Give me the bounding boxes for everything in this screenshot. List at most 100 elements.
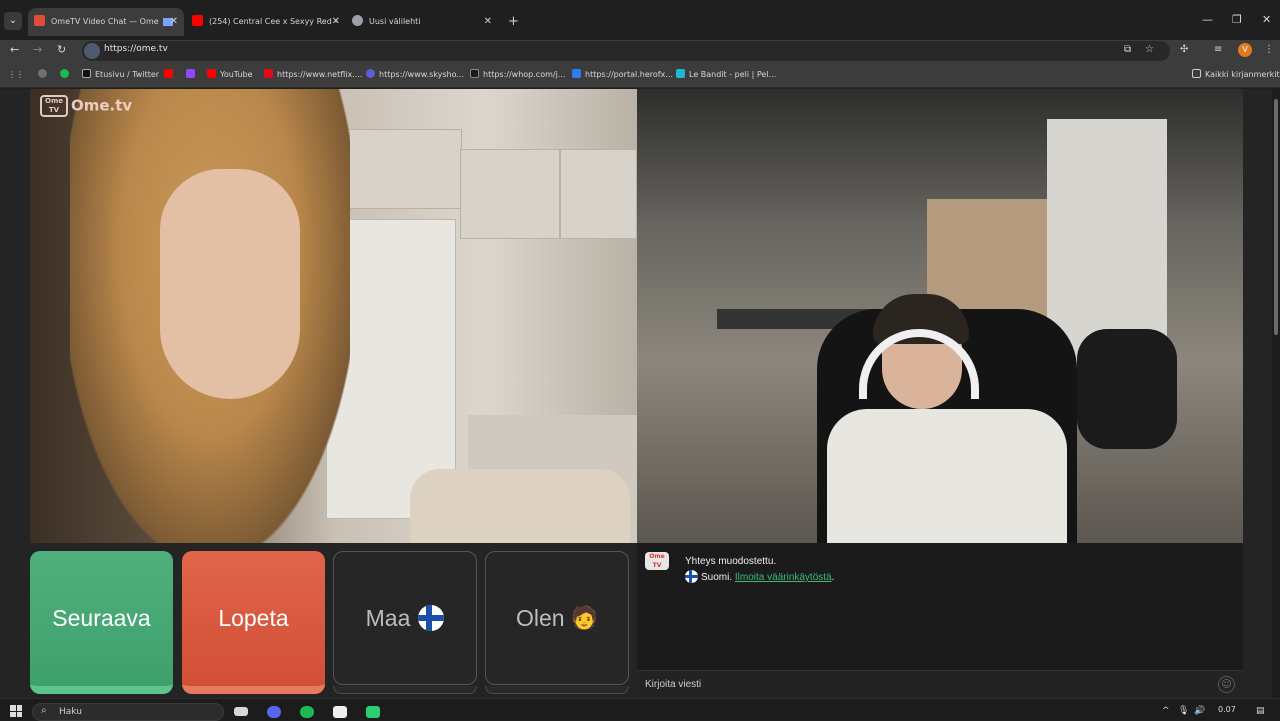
finland-flag-icon — [685, 570, 698, 583]
install-app-icon[interactable]: ⧉ — [1124, 44, 1131, 55]
close-tab-icon[interactable]: ✕ — [484, 12, 492, 32]
emoji-icon[interactable]: ☺ — [1218, 676, 1235, 693]
tab-search-button[interactable]: ⌄ — [4, 12, 22, 30]
video-scene-chair — [410, 469, 630, 543]
folder-icon — [1192, 69, 1201, 78]
country-label: Maa — [365, 605, 411, 631]
bookmark-item[interactable]: https://www.netflix.... — [264, 69, 362, 79]
volume-icon[interactable]: 🔊 — [1194, 706, 1205, 716]
bookmark-item[interactable] — [186, 69, 199, 79]
stop-button[interactable]: Lopeta — [182, 551, 325, 694]
browser-toolbar: ← → ↻ https://ome.tv ⧉ ☆ ✣ ≡ V ⋮ — [0, 40, 1280, 62]
x-icon — [82, 69, 91, 78]
next-button[interactable]: Seuraava — [30, 551, 173, 694]
url-text: https://ome.tv — [104, 44, 168, 54]
ometv-chat-logo: Ome TV — [645, 552, 669, 570]
spotify-icon[interactable] — [300, 706, 314, 718]
partner-video: Ome TV Ome.tv — [30, 89, 637, 543]
boy-emoji-icon: 🧑 — [570, 604, 598, 630]
extensions-icon[interactable]: ✣ — [1180, 44, 1188, 55]
bookmark-item[interactable]: Etusivu / Twitter — [82, 69, 159, 79]
le-bandit-icon — [676, 69, 685, 78]
scrollbar-thumb[interactable] — [1274, 99, 1278, 335]
media-control-icon[interactable]: ≡ — [1214, 44, 1222, 55]
forward-icon[interactable]: → — [33, 43, 42, 56]
app-icon[interactable] — [366, 706, 380, 718]
bookmark-item[interactable]: Le Bandit - peli | Pel... — [676, 69, 776, 79]
bookmarks-bar: ⋮⋮ Etusivu / Twitter YouTube https://www… — [0, 62, 1280, 88]
report-abuse-link[interactable]: Ilmoita väärinkäytöstä — [735, 572, 832, 583]
tray-chevron-icon[interactable]: ^ — [1162, 706, 1170, 716]
youtube-favicon-icon — [192, 15, 203, 26]
bookmark-item[interactable] — [38, 69, 51, 79]
country-button-shadow — [333, 686, 477, 694]
gender-button[interactable]: Olen 🧑 — [485, 551, 629, 685]
bookmark-item[interactable] — [60, 69, 73, 79]
twitch-icon — [186, 69, 195, 78]
video-scene-shirt — [827, 409, 1067, 543]
tab-new-tab[interactable]: Uusi välilehti ✕ — [346, 12, 498, 32]
address-bar[interactable]: https://ome.tv — [82, 41, 1170, 61]
self-video — [637, 89, 1243, 543]
menu-icon[interactable]: ⋮ — [1264, 44, 1274, 55]
tab-title: OmeTV Video Chat — Ome — [51, 17, 159, 26]
tab-youtube[interactable]: (254) Central Cee x Sexyy Red - ✕ — [186, 12, 346, 32]
windows-taskbar: ⌕ Haku ^ 🎙 🔊 0.07 ▤ — [0, 698, 1280, 721]
close-window-button[interactable]: ✕ — [1262, 13, 1271, 26]
bookmark-star-icon[interactable]: ☆ — [1145, 44, 1154, 55]
minimize-button[interactable]: — — [1202, 13, 1213, 26]
search-icon: ⌕ — [41, 705, 47, 716]
microphone-icon[interactable]: 🎙 — [1178, 706, 1189, 716]
file-app-icon[interactable] — [333, 706, 347, 718]
site-info-icon[interactable] — [84, 43, 100, 59]
bookmark-item[interactable]: https://whop.com/j... — [470, 69, 565, 79]
page-scrollbar[interactable] — [1272, 89, 1280, 698]
chrome-icon — [38, 69, 47, 78]
ometv-favicon-icon — [34, 15, 45, 26]
chat-panel: Ome TV Yhteys muodostettu. Suomi. Ilmoit… — [637, 543, 1243, 698]
partner-country: Suomi. — [701, 572, 733, 584]
video-scene-face — [160, 169, 300, 399]
bookmark-item[interactable]: https://www.skysho... — [366, 69, 464, 79]
taskbar-search[interactable]: ⌕ Haku — [32, 703, 224, 721]
close-tab-icon[interactable]: ✕ — [332, 12, 340, 32]
whop-icon — [470, 69, 479, 78]
finland-flag-icon — [418, 604, 445, 631]
maximize-button[interactable]: ❐ — [1232, 13, 1242, 26]
chat-input-bar[interactable]: Kirjoita viesti ☺ — [637, 670, 1243, 698]
new-tab-button[interactable]: + — [508, 14, 519, 29]
bookmark-item[interactable]: YouTube — [207, 69, 253, 79]
tab-title: Uusi välilehti — [369, 17, 421, 26]
notifications-icon[interactable]: ▤ — [1256, 706, 1265, 716]
spotify-icon — [60, 69, 69, 78]
tab-title: (254) Central Cee x Sexyy Red - — [209, 17, 338, 26]
gender-button-shadow — [485, 686, 629, 694]
chat-message-input[interactable]: Kirjoita viesti — [645, 679, 701, 690]
country-button[interactable]: Maa — [333, 551, 477, 685]
profile-avatar[interactable]: V — [1238, 43, 1252, 57]
task-view-icon[interactable] — [234, 707, 248, 716]
ometv-logo: Ome TV Ome.tv — [40, 95, 132, 117]
partner-country-line: Suomi. Ilmoita väärinkäytöstä. — [685, 570, 834, 584]
back-icon[interactable]: ← — [10, 43, 19, 56]
all-bookmarks-button[interactable]: Kaikki kirjanmerkit — [1192, 69, 1280, 79]
skysho-icon — [366, 69, 375, 78]
bookmark-item[interactable]: https://portal.herofx... — [572, 69, 673, 79]
video-scene-cabinet — [560, 149, 637, 239]
clock[interactable]: 0.07 — [1218, 705, 1236, 714]
tab-ometv[interactable]: OmeTV Video Chat — Ome ✕ — [28, 8, 184, 36]
windows-start-icon[interactable] — [10, 705, 22, 717]
ometv-logo-box: Ome TV — [40, 95, 68, 117]
youtube-icon — [164, 69, 173, 78]
taskbar-search-placeholder: Haku — [59, 707, 82, 717]
netflix-icon — [264, 69, 273, 78]
apps-icon[interactable]: ⋮⋮ — [8, 70, 24, 79]
video-scene-cabinet — [460, 149, 560, 239]
chrome-favicon-icon — [352, 15, 363, 26]
herofx-icon — [572, 69, 581, 78]
gender-label: Olen — [516, 605, 565, 631]
discord-icon[interactable] — [267, 706, 281, 718]
close-tab-icon[interactable]: ✕ — [170, 8, 178, 36]
reload-icon[interactable]: ↻ — [57, 43, 66, 56]
bookmark-item[interactable] — [164, 69, 177, 79]
